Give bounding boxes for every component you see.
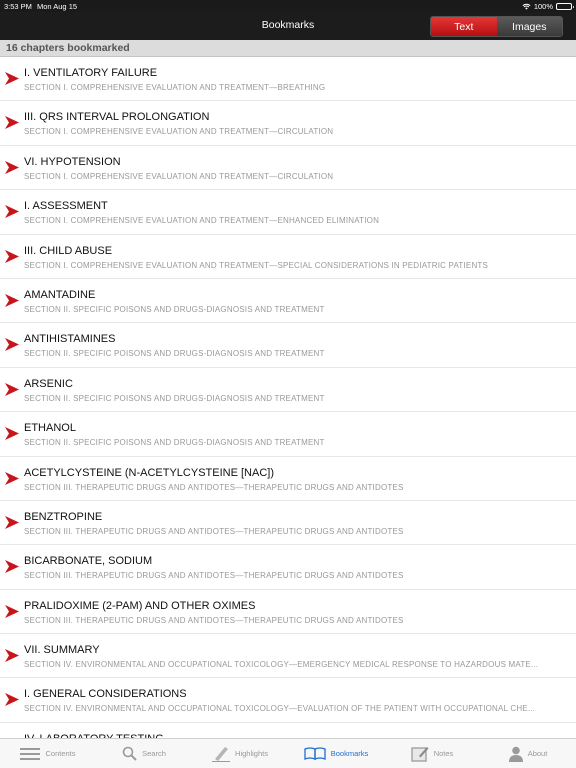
highlighter-icon: [212, 746, 231, 762]
bookmark-row[interactable]: PRALIDOXIME (2-PAM) AND OTHER OXIMES SECT…: [0, 590, 576, 635]
tab-bookmarks-label: Bookmarks: [330, 749, 369, 758]
book-icon: [304, 747, 326, 760]
wifi-icon: [522, 3, 531, 10]
bookmark-title: ACETYLCYSTEINE (N-ACETYLCYSTEINE [NAC]): [24, 466, 274, 479]
bookmark-row[interactable]: ETHANOL SECTION II. SPECIFIC POISONS AND …: [0, 412, 576, 457]
status-right: 100%: [522, 2, 574, 11]
bookmark-title: VII. SUMMARY: [24, 644, 100, 657]
text-images-segmented-control: Text Images: [430, 16, 563, 37]
bookmark-row[interactable]: ARSENIC SECTION II. SPECIFIC POISONS AND …: [0, 368, 576, 413]
bookmark-arrow-icon: [5, 160, 19, 174]
bookmark-section: SECTION I. COMPREHENSIVE EVALUATION AND …: [24, 260, 489, 270]
bookmark-arrow-icon: [5, 515, 19, 529]
bookmark-row[interactable]: BICARBONATE, SODIUM SECTION III. THERAPEU…: [0, 545, 576, 590]
bookmark-arrow-icon: [5, 693, 19, 707]
bookmark-section: SECTION IV. ENVIRONMENTAL AND OCCUPATION…: [24, 660, 539, 670]
segment-images[interactable]: Images: [496, 17, 562, 36]
bookmark-list[interactable]: I. VENTILATORY FAILURE SECTION I. COMPREH…: [0, 57, 576, 738]
bookmark-section: SECTION III. THERAPEUTIC DRUGS AND ANTID…: [24, 615, 404, 625]
bookmark-arrow-icon: [5, 338, 19, 352]
bookmark-section: SECTION II. SPECIFIC POISONS AND DRUGS-D…: [24, 304, 325, 314]
bookmark-section: SECTION II. SPECIFIC POISONS AND DRUGS-D…: [24, 393, 325, 403]
bookmark-arrow-icon: [5, 249, 19, 263]
person-icon: [508, 746, 523, 762]
bookmark-section: SECTION II. SPECIFIC POISONS AND DRUGS-D…: [24, 438, 325, 448]
bookmark-section: SECTION IV. ENVIRONMENTAL AND OCCUPATION…: [24, 704, 536, 714]
bookmark-arrow-icon: [5, 427, 19, 441]
tab-search[interactable]: Search: [96, 739, 192, 768]
bookmark-section: SECTION I. COMPREHENSIVE EVALUATION AND …: [24, 171, 334, 181]
bookmark-title: ANTIHISTAMINES: [24, 333, 116, 346]
bookmark-section: SECTION I. COMPREHENSIVE EVALUATION AND …: [24, 127, 334, 137]
bookmark-title: BENZTROPINE: [24, 510, 103, 523]
bookmark-row[interactable]: VI. HYPOTENSION SECTION I. COMPREHENSIVE …: [0, 146, 576, 191]
battery-icon: [556, 3, 574, 10]
tab-bar: Contents Search Highlights Bookmarks Not…: [0, 738, 576, 768]
tab-about[interactable]: About: [480, 739, 576, 768]
bookmark-count-header: 16 chapters bookmarked: [0, 40, 576, 57]
bookmark-arrow-icon: [5, 560, 19, 574]
bookmark-arrow-icon: [5, 604, 19, 618]
bookmark-row[interactable]: IV. LABORATORY TESTING: [0, 723, 576, 738]
bookmark-section: SECTION I. COMPREHENSIVE EVALUATION AND …: [24, 83, 326, 92]
bookmark-title: AMANTADINE: [24, 288, 96, 301]
tab-bookmarks[interactable]: Bookmarks: [288, 739, 384, 768]
tab-contents[interactable]: Contents: [0, 739, 96, 768]
status-date: Mon Aug 15: [37, 2, 78, 11]
navigation-bar: Bookmarks Text Images: [0, 12, 576, 40]
bookmark-title: BICARBONATE, SODIUM: [24, 555, 153, 568]
bookmark-row[interactable]: AMANTADINE SECTION II. SPECIFIC POISONS A…: [0, 279, 576, 324]
bookmark-row[interactable]: III. CHILD ABUSE SECTION I. COMPREHENSIVE…: [0, 235, 576, 279]
bookmark-row[interactable]: III. QRS INTERVAL PROLONGATION SECTION I.…: [0, 101, 576, 146]
bookmark-section: SECTION II. SPECIFIC POISONS AND DRUGS-D…: [24, 349, 325, 359]
tab-notes-label: Notes: [433, 749, 454, 758]
bookmark-section: SECTION III. THERAPEUTIC DRUGS AND ANTID…: [24, 571, 404, 581]
battery-percent: 100%: [533, 2, 553, 11]
list-icon: [20, 747, 41, 760]
notes-icon: [411, 746, 429, 762]
bookmark-arrow-icon: [5, 72, 19, 85]
bookmark-title: I. VENTILATORY FAILURE: [24, 67, 158, 79]
bookmark-title: III. CHILD ABUSE: [24, 244, 113, 257]
bookmark-title: ETHANOL: [24, 422, 76, 435]
status-time: 3:53 PM: [4, 2, 32, 11]
bookmark-arrow-icon: [5, 382, 19, 396]
tab-highlights-label: Highlights: [235, 749, 268, 758]
bookmark-arrow-icon: [5, 649, 19, 663]
bookmark-row[interactable]: VII. SUMMARY SECTION IV. ENVIRONMENTAL AN…: [0, 634, 576, 679]
bookmark-row[interactable]: ANTIHISTAMINES SECTION II. SPECIFIC POISO…: [0, 323, 576, 368]
tab-about-label: About: [527, 749, 548, 758]
search-icon: [122, 746, 137, 761]
tab-notes[interactable]: Notes: [384, 739, 480, 768]
bookmark-row[interactable]: ACETYLCYSTEINE (N-ACETYLCYSTEINE [NAC]) S…: [0, 457, 576, 501]
bookmark-arrow-icon: [5, 293, 19, 307]
bookmark-row[interactable]: I. GENERAL CONSIDERATIONS SECTION IV. ENV…: [0, 678, 576, 723]
bookmark-title: VI. HYPOTENSION: [24, 155, 121, 168]
bookmark-title: III. QRS INTERVAL PROLONGATION: [24, 111, 210, 124]
bookmark-title: I. ASSESSMENT: [24, 200, 108, 213]
tab-highlights[interactable]: Highlights: [192, 739, 288, 768]
tab-contents-label: Contents: [45, 749, 76, 758]
bookmark-title: PRALIDOXIME (2-PAM) AND OTHER OXIMES: [24, 599, 256, 612]
bookmark-title: ARSENIC: [24, 377, 73, 390]
bookmark-section: SECTION III. THERAPEUTIC DRUGS AND ANTID…: [24, 482, 404, 492]
bookmark-row[interactable]: I. ASSESSMENT SECTION I. COMPREHENSIVE EV…: [0, 190, 576, 235]
segment-text[interactable]: Text: [431, 17, 497, 36]
bookmark-section: SECTION I. COMPREHENSIVE EVALUATION AND …: [24, 216, 380, 226]
bookmark-section: SECTION III. THERAPEUTIC DRUGS AND ANTID…: [24, 526, 404, 536]
bookmark-row[interactable]: BENZTROPINE SECTION III. THERAPEUTIC DRUG…: [0, 501, 576, 546]
bookmark-arrow-icon: [5, 471, 19, 485]
bookmark-arrow-icon: [5, 205, 19, 219]
status-bar: 3:53 PM Mon Aug 15 100%: [0, 0, 576, 12]
bookmark-row[interactable]: I. VENTILATORY FAILURE SECTION I. COMPREH…: [0, 57, 576, 102]
bookmark-arrow-icon: [5, 116, 19, 130]
bookmark-title: I. GENERAL CONSIDERATIONS: [24, 688, 187, 701]
tab-search-label: Search: [142, 749, 166, 758]
